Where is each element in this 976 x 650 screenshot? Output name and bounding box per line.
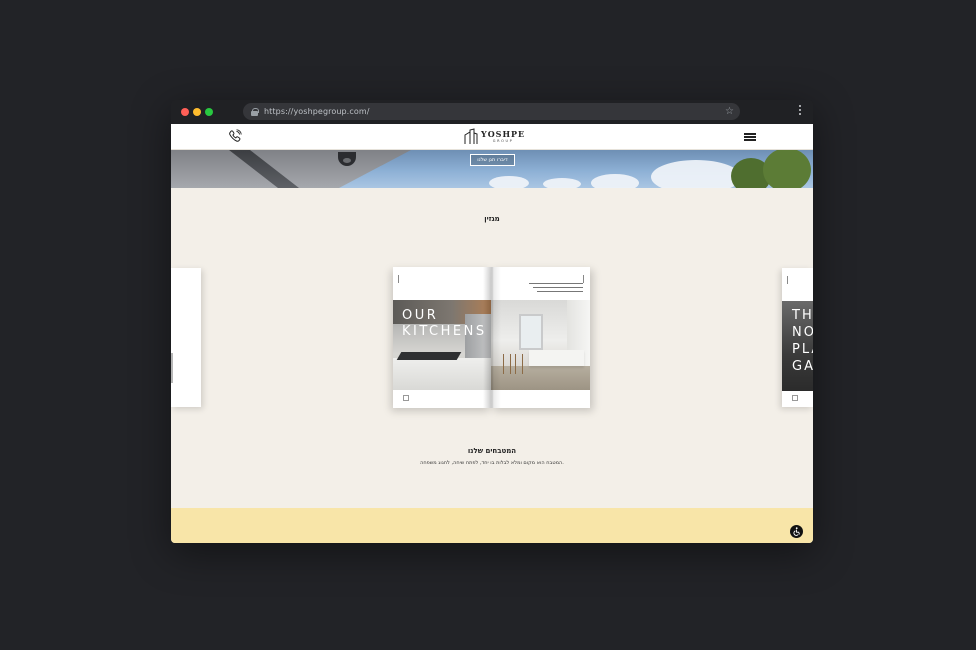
logo-title: YOSHPE <box>481 128 526 139</box>
hero-cta-button[interactable]: דיברו תגן שלנו <box>470 154 515 166</box>
magazine-cover-title: OUR KITCHENS <box>402 308 487 339</box>
magazine-spine <box>483 267 501 408</box>
logo-subtitle: GROUP <box>492 138 514 143</box>
tree-image <box>763 150 811 188</box>
cloud-image <box>591 174 639 188</box>
magazine-left-page: OUR KITCHENS <box>393 267 491 408</box>
building-logo-icon <box>464 128 478 144</box>
hamburger-icon[interactable] <box>744 133 756 141</box>
browser-titlebar: https://yoshpegroup.com/ ☆ <box>171 100 813 124</box>
hero-banner: דיברו תגן שלנו <box>171 150 813 188</box>
next-slide-cover-title: THE NO PLA GA <box>792 308 813 374</box>
kitchens-description: המטבח הוא מקום ומלא לבלות בו יחד, לפתח ש… <box>420 460 564 466</box>
kebab-menu-icon[interactable] <box>798 105 802 119</box>
kitchens-title: המטבחים שלנו <box>467 447 517 455</box>
star-icon[interactable]: ☆ <box>725 105 734 118</box>
site-logo[interactable]: YOSHPE GROUP <box>464 128 525 145</box>
magazine-section-title: מגזין <box>484 215 500 223</box>
magazine-spread[interactable]: OUR KITCHENS <box>393 267 590 408</box>
carousel-prev-slide[interactable] <box>171 268 201 407</box>
lock-icon <box>251 107 259 116</box>
close-window-button[interactable] <box>181 108 189 116</box>
phone-icon[interactable] <box>228 129 242 143</box>
kitchen-photo: OUR KITCHENS <box>393 300 491 390</box>
cloud-image <box>543 178 581 188</box>
address-bar[interactable]: https://yoshpegroup.com/ ☆ <box>243 103 740 120</box>
accessibility-icon[interactable] <box>790 525 803 538</box>
browser-window: https://yoshpegroup.com/ ☆ YOSHPE GROUP <box>171 100 813 543</box>
cloud-image <box>651 160 741 188</box>
maximize-window-button[interactable] <box>205 108 213 116</box>
minimize-window-button[interactable] <box>193 108 201 116</box>
carousel-next-slide[interactable]: THE NO PLA GA <box>782 268 813 407</box>
url-text: https://yoshpegroup.com/ <box>264 107 370 116</box>
web-page: YOSHPE GROUP דיברו תגן שלנו מגזין OUR KI… <box>171 124 813 543</box>
footer-band <box>171 508 813 543</box>
cloud-image <box>489 176 529 188</box>
magazine-right-page <box>491 267 590 408</box>
site-header: YOSHPE GROUP <box>171 124 813 150</box>
kitchen-photo <box>491 300 590 390</box>
